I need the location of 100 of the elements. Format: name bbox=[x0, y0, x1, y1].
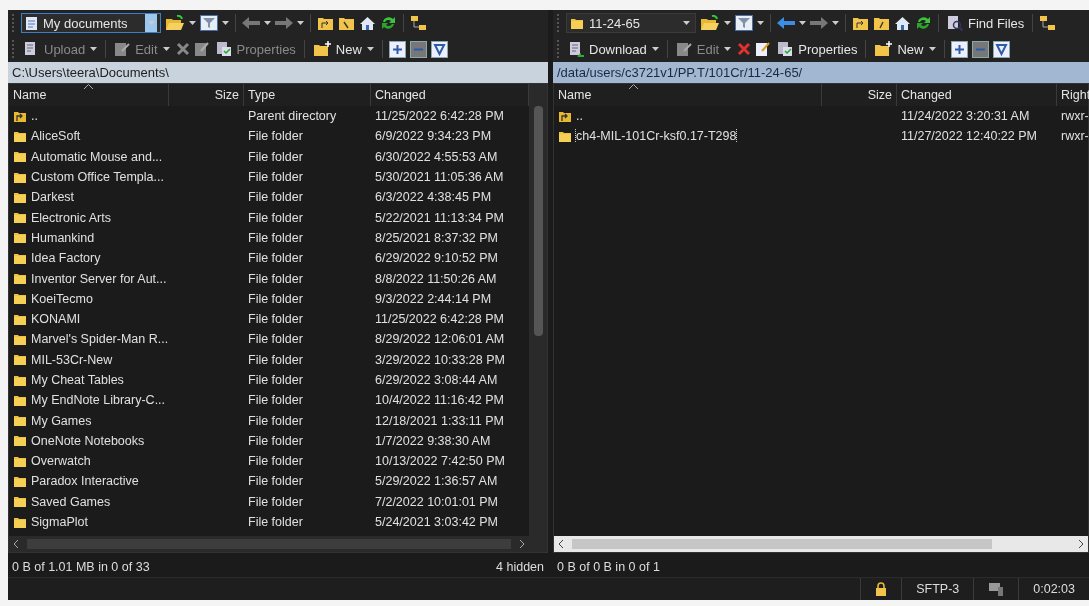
file-name[interactable]: Automatic Mouse and... bbox=[31, 149, 163, 164]
caret-icon[interactable] bbox=[724, 21, 731, 25]
caret-icon[interactable] bbox=[832, 21, 839, 25]
location-dropdown[interactable]: 11-24-65 bbox=[566, 13, 696, 33]
table-cell-text: File folder bbox=[247, 393, 304, 408]
rename-icon[interactable] bbox=[755, 41, 772, 57]
open-folder-icon[interactable] bbox=[165, 15, 185, 31]
refresh-icon[interactable] bbox=[915, 15, 932, 31]
folder-icon bbox=[13, 332, 27, 346]
location-dropdown[interactable]: My documents bbox=[21, 13, 161, 33]
table-cell-text: 5/22/2021 11:13:34 PM bbox=[374, 210, 506, 225]
table-cell-text: 8/25/2021 8:37:32 PM bbox=[374, 230, 499, 245]
folder-icon bbox=[13, 434, 27, 448]
properties-icon bbox=[777, 41, 794, 57]
table-cell-text: Parent directory bbox=[247, 109, 338, 124]
folder-icon bbox=[13, 475, 27, 488]
file-name[interactable]: Marvel's Spider-Man R... bbox=[31, 332, 169, 347]
file-name[interactable]: My Cheat Tables bbox=[31, 373, 124, 387]
table-cell-text: File folder bbox=[247, 352, 304, 367]
file-name[interactable]: Inventor Server for Aut... bbox=[31, 271, 167, 286]
column-header[interactable]: Type bbox=[244, 84, 371, 106]
parent-folder-icon[interactable] bbox=[317, 15, 334, 31]
file-name[interactable]: ch4-MIL-101Cr-ksf0.17-T298 bbox=[576, 129, 737, 144]
table-cell-text: 11/27/2022 12:40:22 PM bbox=[900, 129, 1038, 144]
table-cell-text: File folder bbox=[247, 494, 304, 509]
table-cell-text: File folder bbox=[247, 170, 304, 185]
file-name[interactable]: SigmaPlot bbox=[31, 515, 88, 530]
column-header[interactable]: Changed bbox=[897, 84, 1057, 106]
column-header[interactable]: Name bbox=[9, 84, 169, 106]
find-files-button[interactable]: Find Files bbox=[945, 15, 1027, 31]
file-name[interactable]: Custom Office Templa... bbox=[31, 170, 164, 185]
caret-icon[interactable] bbox=[366, 47, 374, 51]
column-header[interactable]: Size bbox=[822, 84, 897, 106]
caret-icon[interactable] bbox=[651, 47, 659, 51]
file-name[interactable]: Electronic Arts bbox=[31, 210, 111, 225]
caret-icon[interactable] bbox=[682, 21, 690, 25]
path-bar[interactable]: /data/users/c3721v1/PP.T/101Cr/11-24-65/ bbox=[553, 62, 1089, 83]
path-bar[interactable]: C:\Users\teera\Documents\ bbox=[8, 62, 548, 83]
file-name[interactable]: My EndNote Library-C... bbox=[31, 393, 166, 408]
file-name[interactable]: KoeiTecmo bbox=[31, 291, 93, 306]
column-header[interactable]: Name bbox=[554, 84, 822, 106]
root-folder-icon[interactable] bbox=[338, 15, 355, 31]
folder-icon bbox=[13, 272, 27, 285]
table-cell-text: File folder bbox=[247, 230, 304, 245]
file-name[interactable]: .. bbox=[576, 109, 583, 124]
delete-icon[interactable] bbox=[737, 42, 752, 56]
pencil-note-icon bbox=[675, 41, 692, 57]
select-filter-icon[interactable] bbox=[992, 40, 1010, 58]
new-button[interactable]: New bbox=[310, 41, 376, 57]
folder-tree-icon[interactable] bbox=[410, 14, 427, 32]
column-header[interactable]: Size bbox=[169, 84, 244, 106]
file-name[interactable]: MIL-53Cr-New bbox=[31, 352, 113, 367]
file-name[interactable]: AliceSoft bbox=[31, 129, 81, 144]
folder-tree-icon[interactable] bbox=[1039, 14, 1057, 32]
file-name[interactable]: KONAMI bbox=[31, 312, 81, 327]
home-icon[interactable] bbox=[359, 15, 376, 31]
root-folder-icon[interactable] bbox=[873, 15, 890, 31]
file-name[interactable]: My Games bbox=[31, 413, 92, 428]
caret-icon[interactable] bbox=[264, 21, 271, 25]
parent-folder-icon[interactable] bbox=[852, 15, 869, 31]
table-cell-text: 8/8/2022 11:50:26 AM bbox=[374, 271, 498, 286]
delete-icon[interactable] bbox=[175, 42, 190, 56]
download-button[interactable]: Download bbox=[566, 41, 661, 57]
caret-icon[interactable] bbox=[297, 21, 304, 25]
rename-icon[interactable] bbox=[193, 41, 210, 57]
table-cell-text: 10/4/2022 11:16:42 PM bbox=[374, 393, 506, 408]
expand-icon[interactable] bbox=[388, 40, 406, 58]
collapse-icon[interactable] bbox=[971, 40, 989, 58]
caret-icon[interactable] bbox=[799, 21, 806, 25]
caret-icon[interactable] bbox=[928, 47, 936, 51]
forward-arrow-icon[interactable] bbox=[810, 17, 828, 29]
refresh-icon[interactable] bbox=[380, 15, 397, 31]
file-name[interactable]: Humankind bbox=[31, 230, 95, 245]
caret-icon[interactable] bbox=[222, 21, 229, 25]
new-button[interactable]: New bbox=[872, 41, 938, 57]
file-name[interactable]: Paradox Interactive bbox=[31, 474, 139, 489]
properties-button[interactable]: Properties bbox=[775, 41, 860, 57]
document-icon bbox=[25, 15, 38, 31]
caret-icon[interactable] bbox=[189, 21, 196, 25]
collapse-icon[interactable] bbox=[409, 40, 427, 58]
file-name[interactable]: Overwatch bbox=[31, 454, 91, 469]
open-folder-icon[interactable] bbox=[700, 15, 720, 31]
file-name[interactable]: Saved Games bbox=[31, 494, 111, 509]
home-icon[interactable] bbox=[894, 15, 911, 31]
filter-icon[interactable] bbox=[200, 15, 218, 31]
scrollbar-thumb[interactable] bbox=[533, 106, 543, 336]
caret-icon[interactable] bbox=[757, 21, 764, 25]
expand-icon[interactable] bbox=[950, 40, 968, 58]
filter-icon[interactable] bbox=[735, 15, 753, 31]
table-cell-text: 5/30/2021 11:05:36 AM bbox=[374, 170, 505, 185]
scrollbar-thumb[interactable] bbox=[572, 539, 992, 549]
back-arrow-icon[interactable] bbox=[242, 17, 260, 29]
file-name[interactable]: OneNote Notebooks bbox=[31, 433, 145, 448]
table-cell-text: File folder bbox=[247, 454, 304, 469]
file-name[interactable]: .. bbox=[31, 109, 38, 124]
file-name[interactable]: Darkest bbox=[31, 190, 75, 205]
file-name[interactable]: Idea Factory bbox=[31, 251, 101, 266]
back-arrow-icon[interactable] bbox=[777, 17, 795, 29]
select-filter-icon[interactable] bbox=[430, 40, 448, 58]
forward-arrow-icon[interactable] bbox=[275, 17, 293, 29]
